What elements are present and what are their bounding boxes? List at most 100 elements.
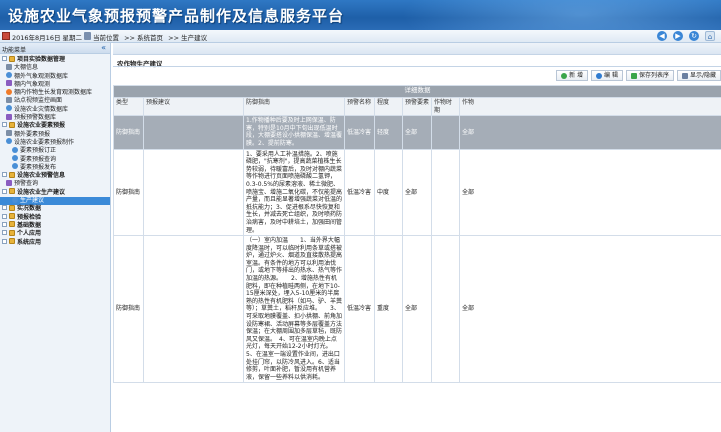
cell-guide: 1.作物播种后要及时上网保温、防寒，特别是10月中下旬出现低温时段，大棚要搭设小… <box>243 115 345 150</box>
breadcrumb-home-link[interactable]: >> 系统首页 <box>124 34 163 42</box>
folder-icon <box>9 238 15 245</box>
sidebar-item-label: 项目实验数据管理 <box>17 56 66 63</box>
sidebar-item[interactable]: 要素预报订正 <box>0 146 110 155</box>
menu-item-icon <box>6 88 12 95</box>
save-icon <box>630 72 637 79</box>
sidebar-item[interactable]: 要素预报发布 <box>0 163 110 172</box>
add-button[interactable]: 新 增 <box>556 70 589 81</box>
cell-period <box>431 115 460 150</box>
sidebar-item[interactable]: 站点视频监控画面 <box>0 96 110 105</box>
sidebar-item[interactable]: 大棚信息 <box>0 63 110 72</box>
cell-element: 全部 <box>402 235 432 384</box>
expand-toggle-icon[interactable] <box>2 213 7 219</box>
sidebar-item[interactable]: 设施农业要素预报 <box>0 121 110 130</box>
folder-icon <box>9 55 15 62</box>
sidebar-item[interactable]: 个人应用 <box>0 229 110 238</box>
home-icon[interactable]: ⌂ <box>705 31 715 41</box>
cell-type: 防御指南 <box>113 115 144 150</box>
table-row[interactable]: 防御指南 （一）室内加温 1、当外界大幅度降温时，可以临时利用条草或搭被炉，通过炉… <box>113 235 721 384</box>
cell-advice <box>143 235 244 384</box>
expand-toggle-icon[interactable] <box>2 230 7 236</box>
table-row[interactable]: 防御指南 1.作物播种后要及时上网保温、防寒，特别是10月中下旬出现低温时段，大棚… <box>113 115 721 150</box>
cell-warning: 低温冷害 <box>344 148 375 237</box>
column-header[interactable]: 预报建议 <box>143 96 244 117</box>
sidebar-item[interactable]: 实况数据 <box>0 204 110 213</box>
sidebar-item[interactable]: 棚外要素预报 <box>0 130 110 139</box>
sidebar-item[interactable]: 棚内气象观测 <box>0 80 110 89</box>
cell-crop: 全部 <box>459 148 721 237</box>
cell-advice <box>143 148 244 237</box>
column-header[interactable]: 作物 <box>459 96 721 117</box>
sidebar-item[interactable]: 基础数据 <box>0 221 110 230</box>
forward-arrow-icon[interactable]: ▶ <box>673 31 683 41</box>
save-column-order-button[interactable]: 保存列表序 <box>625 70 674 81</box>
column-header[interactable]: 作物时期 <box>431 96 460 117</box>
sidebar-item-label: 设施农业要素预报 <box>17 122 66 130</box>
sidebar-item[interactable]: 预警查询 <box>0 179 110 188</box>
cell-degree: 轻度 <box>374 115 403 150</box>
folder-icon <box>9 121 15 128</box>
table-caption: 详细数据 <box>113 85 721 98</box>
sidebar-item-label: 预报检验 <box>17 213 42 221</box>
sidebar-item-label: 生产建议 <box>20 197 45 205</box>
folder-icon <box>9 171 15 178</box>
menu-tree: 项目实验数据管理 大棚信息 棚外气象观测数据库 棚内气象观测 棚内作物生长发育观测数据库… <box>0 54 110 247</box>
expand-toggle-icon[interactable] <box>2 205 7 211</box>
column-header[interactable]: 预警名称 <box>344 96 375 117</box>
sidebar-item-label: 棚内气象观测 <box>14 80 51 88</box>
show-hide-columns-label: 显示/隐藏 <box>689 72 716 79</box>
cell-crop: 全部 <box>459 235 721 384</box>
data-table-wrapper[interactable]: 详细数据 类型 预报建议 防御指南 预警名称 程度 预警要素 作物时期 作物 防御指南 1.作物… <box>113 85 721 432</box>
sidebar-item[interactable]: 棚外气象观测数据库 <box>0 72 110 81</box>
sidebar-item-label: 设施农业要素预报制作 <box>14 138 75 146</box>
menu-item-icon <box>6 63 12 70</box>
current-date: 2016年8月16日 星期二 <box>12 34 83 42</box>
column-header[interactable]: 防御指南 <box>243 96 345 117</box>
menu-item-icon <box>6 72 12 79</box>
sidebar-item[interactable]: 系统应用 <box>0 238 110 247</box>
expand-toggle-icon[interactable] <box>2 56 7 61</box>
header-banner: 设施农业气象预报预警产品制作及信息服务平台 <box>0 0 721 30</box>
calendar-icon <box>2 32 10 40</box>
cell-degree: 重度 <box>374 235 403 384</box>
expand-toggle-icon[interactable] <box>2 188 7 194</box>
table-row[interactable]: 防御指南 1、要采用人工补温措施。2、喷施磷肥，"抗寒剂"，提高蔬菜植株生长势较弱… <box>113 148 721 237</box>
column-header[interactable]: 类型 <box>113 96 144 117</box>
sidebar-item[interactable]: 预报检验 <box>0 213 110 222</box>
cell-type: 防御指南 <box>113 148 144 237</box>
sidebar-item-label: 实况数据 <box>17 205 42 213</box>
sidebar-item[interactable]: 设施农业灾情数据库 <box>0 105 110 114</box>
show-hide-columns-button[interactable]: 显示/隐藏 <box>676 70 721 81</box>
menu-item-icon <box>12 163 18 170</box>
sidebar-item[interactable]: 设施农业生产建议 <box>0 188 110 197</box>
column-header[interactable]: 程度 <box>374 96 403 117</box>
cell-guide: （一）室内加温 1、当外界大幅度降温时，可以临时利用条草或搭被炉，通过炉火、烟道… <box>243 235 345 384</box>
collapse-sidebar-icon[interactable]: « <box>101 43 106 52</box>
sidebar-item-label: 设施农业灾情数据库 <box>14 105 69 113</box>
add-button-label: 新 增 <box>569 72 584 79</box>
sidebar-item-label: 站点视频监控画面 <box>14 97 63 105</box>
menu-item-icon <box>6 138 12 145</box>
cell-period <box>431 235 460 384</box>
cell-guide: 1、要采用人工补温措施。2、喷施磷肥，"抗寒剂"，提高蔬菜植株生长势较弱，待暖富… <box>243 148 345 237</box>
folder-icon <box>9 221 15 228</box>
expand-toggle-icon[interactable] <box>2 172 7 178</box>
sidebar-item-label: 要素预报订正 <box>20 147 57 155</box>
refresh-icon[interactable]: ↻ <box>689 31 699 41</box>
expand-toggle-icon[interactable] <box>2 238 7 244</box>
save-column-order-label: 保存列表序 <box>638 72 669 79</box>
expand-toggle-icon[interactable] <box>2 221 7 227</box>
column-header[interactable]: 预警要素 <box>402 96 432 117</box>
menu-item-icon <box>6 179 12 186</box>
cell-period <box>431 148 460 237</box>
folder-icon <box>9 188 15 195</box>
sidebar-title: 功能菜单 <box>2 47 27 54</box>
cell-crop: 全部 <box>459 115 721 150</box>
back-arrow-icon[interactable]: ◀ <box>657 31 667 41</box>
sidebar-item-label: 预报预警数据库 <box>14 114 57 122</box>
edit-button[interactable]: 编 辑 <box>591 70 623 81</box>
expand-toggle-icon[interactable] <box>2 122 7 128</box>
menu-item-icon <box>6 113 12 120</box>
breadcrumb-label: 当前位置 <box>93 34 119 42</box>
columns-icon <box>681 72 688 79</box>
